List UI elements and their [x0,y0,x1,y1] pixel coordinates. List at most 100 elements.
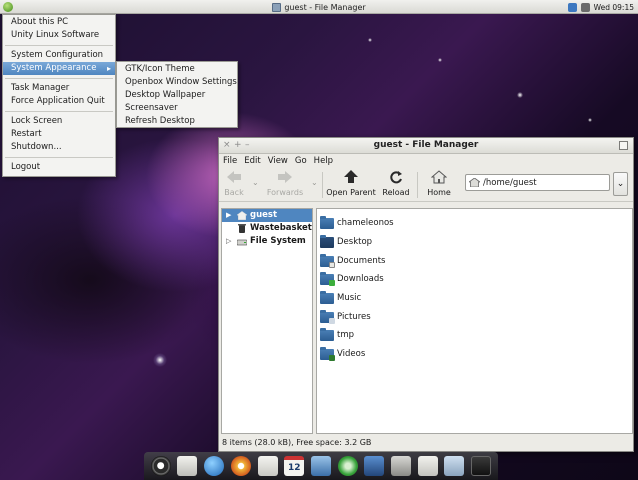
menu-item-about[interactable]: About this PC [3,16,115,29]
trash-icon [238,224,246,233]
menu-item-software[interactable]: Unity Linux Software [3,29,115,42]
toolbar: Back ⌄ Forwards ⌄ Open Parent Reload Hom… [219,168,633,202]
submenu-item-openbox-settings[interactable]: Openbox Window Settings [117,76,237,89]
settings-icon[interactable] [391,456,412,476]
open-parent-button[interactable]: Open Parent [325,170,377,200]
menu-item-force-quit[interactable]: Force Application Quit [3,95,115,108]
submenu-item-screensaver[interactable]: Screensaver [117,102,237,115]
menu-edit[interactable]: Edit [244,156,260,166]
image-viewer-icon[interactable] [310,456,331,476]
window-titlebar[interactable]: × + – guest - File Manager [219,138,633,154]
home-button[interactable]: Home [423,170,455,200]
tree-item-wastebasket[interactable]: Wastebasket [222,222,312,235]
documents-folder-icon [320,253,335,268]
tree-label: File System [250,236,306,246]
list-item[interactable]: chameleonos [320,215,394,231]
list-item[interactable]: Pictures [320,309,371,325]
menu-separator [5,45,113,46]
submenu-item-refresh-desktop[interactable]: Refresh Desktop [117,115,237,128]
calendar-icon[interactable]: 12 [284,456,305,476]
menu-item-system-appearance[interactable]: System Appearance ▸ [3,62,115,75]
top-panel: guest - File Manager Wed 09:15 [0,0,638,14]
location-bar[interactable]: /home/guest [465,174,610,191]
menu-item-shutdown[interactable]: Shutdown... [3,141,115,154]
music-folder-icon [320,290,334,304]
system-tray: Wed 09:15 [567,1,634,13]
home-icon[interactable] [177,456,198,476]
status-bar: 8 items (28.0 kB), Free space: 3.2 GB [222,438,372,447]
file-manager-body: ▶ guest Wastebasket ▷ File System chamel… [221,205,633,435]
list-item[interactable]: Videos [320,346,365,362]
chevron-right-icon: ▸ [106,64,111,73]
desktop-folder-icon [320,234,334,248]
home-folder-icon[interactable] [417,456,438,476]
reload-button[interactable]: Reload [381,170,411,200]
menu-separator [5,78,113,79]
chromium-icon[interactable] [230,456,251,476]
menubar: File Edit View Go Help [219,154,633,168]
home-folder-icon [469,178,480,187]
active-window-label: guest - File Manager [284,2,366,12]
videos-folder-icon [320,346,335,361]
menu-item-system-configuration[interactable]: System Configuration [3,49,115,62]
menu-view[interactable]: View [268,156,288,166]
file-name: Documents [337,256,386,266]
menu-item-lock-screen[interactable]: Lock Screen [3,115,115,128]
list-item[interactable]: Music [320,290,361,306]
media-player-icon[interactable] [337,456,358,476]
reload-label: Reload [382,188,410,197]
restore-icon[interactable] [619,141,628,150]
volume-icon[interactable] [580,2,590,12]
submenu-item-gtk-theme[interactable]: GTK/Icon Theme [117,63,237,76]
expand-icon[interactable]: ▶ [226,209,231,222]
start-menu: About this PC Unity Linux Software Syste… [2,14,116,177]
active-window-title[interactable]: guest - File Manager [0,0,638,14]
mail-icon[interactable] [257,456,278,476]
file-name: Desktop [337,237,373,247]
menu-go[interactable]: Go [295,156,307,166]
trash-icon[interactable] [471,456,492,476]
list-item[interactable]: tmp [320,327,354,343]
window-switcher-icon[interactable] [444,456,465,476]
list-item[interactable]: Desktop [320,234,372,250]
drive-icon [237,239,247,246]
tree-item-guest[interactable]: ▶ guest [222,209,312,222]
downloads-folder-icon [320,271,335,286]
file-manager-window: × + – guest - File Manager File Edit Vie… [218,137,634,452]
forwards-history-icon[interactable]: ⌄ [311,178,318,187]
file-name: Downloads [337,274,384,284]
home-icon [237,211,247,220]
menu-item-restart[interactable]: Restart [3,128,115,141]
list-item[interactable]: Downloads [320,271,384,287]
clock[interactable]: Wed 09:15 [594,3,634,12]
file-list: chameleonos Desktop Documents Downloads … [316,208,633,434]
arrow-left-icon [227,171,241,183]
back-history-icon[interactable]: ⌄ [252,178,259,187]
back-button[interactable]: Back [222,170,246,200]
network-icon[interactable] [567,2,577,12]
menu-item-logout[interactable]: Logout [3,161,115,174]
list-item[interactable]: Documents [320,253,385,269]
file-name: tmp [337,330,355,340]
accessibility-icon[interactable]: ● [150,456,171,476]
folder-icon [320,327,334,341]
file-manager-icon [272,2,282,12]
expand-icon[interactable]: ▷ [226,235,231,248]
file-name: Music [337,293,362,303]
submenu-item-desktop-wallpaper[interactable]: Desktop Wallpaper [117,89,237,102]
tree-item-file-system[interactable]: ▷ File System [222,235,312,248]
forwards-label: Forwards [266,188,304,197]
system-appearance-submenu: GTK/Icon Theme Openbox Window Settings D… [116,61,238,128]
menu-file[interactable]: File [223,156,237,166]
globe-icon[interactable] [204,456,225,476]
menu-help[interactable]: Help [314,156,333,166]
file-name: Pictures [337,312,371,322]
video-editor-icon[interactable] [364,456,385,476]
location-dropdown-button[interactable]: ⌄ [613,172,628,196]
menu-item-task-manager[interactable]: Task Manager [3,82,115,95]
home-icon [430,170,448,184]
forwards-button[interactable]: Forwards [265,170,305,200]
tree-label: Wastebasket [250,223,312,233]
menu-separator [5,157,113,158]
file-name: chameleonos [337,218,394,228]
